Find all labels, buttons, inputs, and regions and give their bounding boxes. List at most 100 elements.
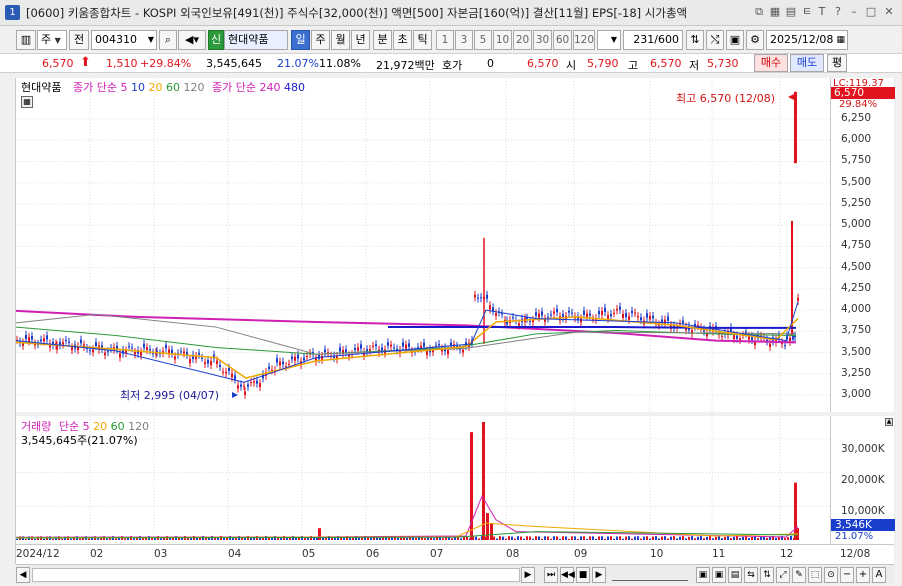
window-tile-icon[interactable]: ⧉ [752, 5, 766, 19]
date-field[interactable]: 2025/12/08 ▦ [766, 30, 848, 50]
interval-1-button[interactable]: 1 [436, 30, 454, 50]
window-cascade-icon[interactable]: ▤ [784, 5, 798, 19]
period-year-button[interactable]: 년 [351, 30, 370, 50]
period-tick-button[interactable]: 틱 [413, 30, 432, 50]
price-tick-label: 3,500 [841, 345, 872, 358]
scroll-left-icon[interactable]: ◀ [16, 567, 30, 583]
view-d-icon[interactable]: ⇆ [744, 567, 758, 583]
date-axis-label: 06 [366, 548, 380, 560]
play-icon[interactable]: ▶ [592, 567, 606, 583]
scroll-track[interactable] [32, 568, 520, 582]
buy-button[interactable]: 매수 [754, 54, 788, 72]
candle-body [784, 345, 786, 347]
view-f-icon[interactable]: ⤢ [776, 567, 790, 583]
volume-bar [637, 536, 639, 540]
window-grid-icon[interactable]: ▦ [768, 5, 782, 19]
chart-tool-icon[interactable]: ⇅ [686, 30, 704, 50]
view-e-icon[interactable]: ⇅ [760, 567, 774, 583]
candle-body [550, 314, 552, 316]
candle-body [143, 343, 145, 348]
volume-collapse-icon[interactable]: ▲ [885, 418, 893, 426]
eval-button[interactable]: 평 [827, 54, 847, 72]
count-field[interactable]: 231/600 [623, 30, 683, 50]
scroll-right-icon[interactable]: ▶ [521, 567, 535, 583]
zoom-in-icon[interactable]: + [856, 567, 870, 583]
volume-bar [508, 536, 510, 540]
chart-scrollbar[interactable]: ◀ ▶ ⏭ ◀◀ ■ ▶ ▣ ▣ ▤ ⇆ ⇅ ⤢ ✎ ⬚ ⊙ − + A [16, 564, 894, 584]
volume-bar [676, 538, 678, 540]
period-minute-button[interactable]: 분 [373, 30, 392, 50]
period-week-button[interactable]: 주 [311, 30, 330, 50]
high-marker-arrow [788, 94, 794, 100]
volume-ratio: 21.07% [277, 57, 319, 70]
auto-scale-icon[interactable]: A [872, 567, 886, 583]
interval-5-button[interactable]: 5 [474, 30, 492, 50]
price-tick-label: 4,000 [841, 303, 872, 316]
search-icon[interactable]: ⌕ [159, 30, 177, 50]
volume-bar [451, 538, 453, 540]
candle-body [204, 362, 206, 365]
price-axis: LC:119.37 6,570 29.84% 6,250 6,000 5,750 5,… [830, 78, 895, 412]
volume-tick-30000k: 30,000K [841, 443, 885, 455]
title-bar: 1 [0600] 키움종합차트 - KOSPI 외국인보유[491(천)] 주식… [0, 0, 902, 26]
candle-body [512, 317, 514, 319]
view-c-icon[interactable]: ▤ [728, 567, 742, 583]
chart-table-icon[interactable]: ▦ [21, 96, 33, 108]
type-select[interactable]: 주 ▼ [37, 30, 67, 50]
candle-body [480, 297, 482, 299]
window-text-icon[interactable]: T [815, 5, 829, 19]
volume-bar [25, 538, 27, 540]
view-a-icon[interactable]: ▣ [696, 567, 710, 583]
volume-ma20-line [15, 522, 799, 539]
price-chart-area[interactable]: 현대약품 종가 단순 5 10 20 60 120 종가 단순 240 480 … [15, 78, 830, 412]
close-icon[interactable]: ✕ [882, 5, 896, 19]
interval-3-button[interactable]: 3 [455, 30, 473, 50]
reset-icon[interactable]: ⊙ [824, 567, 838, 583]
interval-60-button[interactable]: 60 [553, 30, 572, 50]
scroll-end-icon[interactable]: ⏭ [544, 567, 558, 583]
candle-body [733, 335, 735, 340]
maximize-icon[interactable]: □ [864, 5, 878, 19]
candle-body [402, 342, 404, 347]
volume-bar [196, 537, 198, 540]
interval-120-button[interactable]: 120 [573, 30, 595, 50]
interval-20-button[interactable]: 20 [513, 30, 532, 50]
zoom-slider[interactable] [612, 569, 688, 581]
view-b-icon[interactable]: ▣ [712, 567, 726, 583]
window-link-icon[interactable]: ㅌ [800, 5, 814, 19]
help-icon[interactable]: ? [831, 5, 845, 19]
volume-bar [553, 536, 555, 540]
zoom-out-icon[interactable]: − [840, 567, 854, 583]
volume-chart-area[interactable]: 거래량 단순 5 20 60 120 3,545,645주(21.07%) [15, 416, 830, 544]
custom-interval-select[interactable]: ▼ [597, 30, 621, 50]
volume-bar [529, 536, 531, 540]
low-label: 저 [689, 59, 700, 72]
select-icon[interactable]: ⬚ [808, 567, 822, 583]
layout-icon[interactable]: ▥ [16, 30, 36, 50]
period-day-button[interactable]: 일 [291, 30, 310, 50]
save-icon[interactable]: ▣ [726, 30, 744, 50]
date-axis-right-label: 12/08 [840, 548, 871, 560]
candle-body [259, 383, 261, 388]
rewind-icon[interactable]: ◀◀ [560, 567, 575, 583]
gear-icon[interactable]: ⚙ [746, 30, 764, 50]
current-price: 6,570 [42, 57, 74, 70]
sell-button[interactable]: 매도 [790, 54, 824, 72]
high-label: 고 [628, 59, 639, 72]
jeon-button[interactable]: 전 [69, 30, 89, 50]
volume-bar [718, 536, 720, 540]
interval-30-button[interactable]: 30 [533, 30, 552, 50]
candle-body [231, 373, 233, 378]
period-second-button[interactable]: 초 [393, 30, 412, 50]
draw-icon[interactable]: ✎ [792, 567, 806, 583]
minimize-icon[interactable]: – [847, 5, 861, 19]
speaker-icon[interactable]: ◀▾ [178, 30, 206, 50]
calendar-icon[interactable]: ▦ [836, 31, 845, 49]
period-month-button[interactable]: 월 [331, 30, 350, 50]
interval-10-button[interactable]: 10 [493, 30, 512, 50]
crosshair-icon[interactable]: ⤭ [706, 30, 724, 50]
stop-icon[interactable]: ■ [576, 567, 590, 583]
stock-code-input[interactable]: 004310 ▼ [91, 30, 157, 50]
candle-body [583, 310, 585, 315]
volume-bar [661, 536, 663, 540]
